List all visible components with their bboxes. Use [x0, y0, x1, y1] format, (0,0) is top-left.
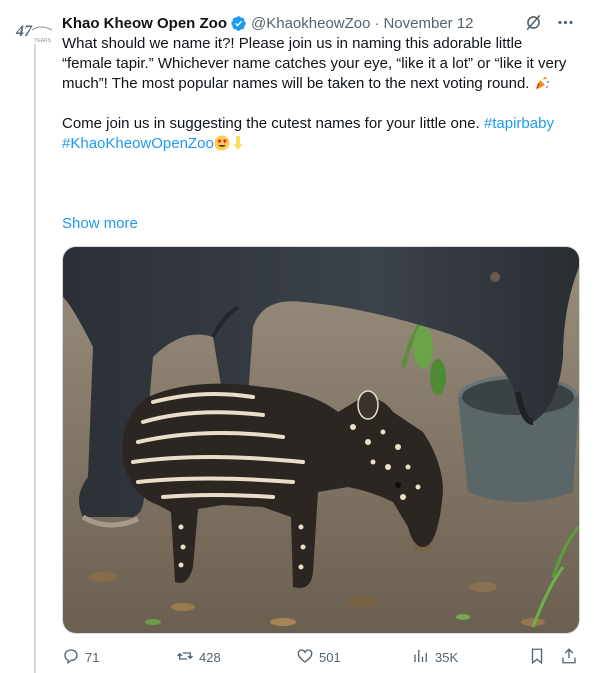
- repost-icon: [176, 647, 194, 668]
- share-icon: [560, 647, 578, 668]
- tweet-paragraph-2: Come join us in suggesting the cutest na…: [62, 114, 574, 154]
- tweet-text: What should we name it?! Please join us …: [62, 34, 574, 154]
- tweet-date[interactable]: November 12: [383, 15, 473, 32]
- party-popper-icon: [534, 75, 550, 92]
- author-name[interactable]: Khao Kheow Open Zoo: [62, 15, 227, 32]
- pointing-down-icon: [230, 135, 246, 152]
- share-button[interactable]: [560, 646, 578, 668]
- svg-text:47: 47: [15, 23, 33, 40]
- tweet-paragraph-1-text: What should we name it?! Please join us …: [62, 35, 567, 92]
- heart-eyes-icon: [214, 135, 230, 152]
- bookmark-icon: [528, 647, 546, 668]
- tweet-actions: 71 428 501 35K: [62, 646, 580, 668]
- tweet-paragraph-1: What should we name it?! Please join us …: [62, 34, 574, 94]
- tapir-photo: [63, 247, 579, 633]
- like-icon: [296, 647, 314, 668]
- bookmark-button[interactable]: [528, 646, 546, 668]
- header-actions: [522, 11, 576, 33]
- reply-button[interactable]: 71: [62, 646, 99, 668]
- repost-count: 428: [199, 649, 221, 665]
- tweet-media-image[interactable]: [62, 246, 580, 634]
- svg-text:YEARS: YEARS: [34, 38, 52, 44]
- reply-count: 71: [85, 649, 100, 665]
- reply-icon: [62, 647, 80, 668]
- views-icon: [412, 647, 430, 668]
- thread-line: [34, 44, 36, 673]
- views-count: 35K: [435, 649, 459, 665]
- avatar[interactable]: 47 YEARS: [14, 18, 54, 48]
- tweet-header: Khao Kheow Open Zoo @KhaokheowZoo · Nove…: [62, 12, 574, 34]
- zoo-logo-icon: 47 YEARS: [15, 23, 53, 44]
- grok-icon[interactable]: [522, 11, 544, 33]
- like-count: 501: [319, 649, 341, 665]
- show-more-link[interactable]: Show more: [62, 214, 138, 234]
- hashtag-link[interactable]: #KhaoKheowOpenZoo: [62, 135, 214, 152]
- like-button[interactable]: 501: [296, 646, 341, 668]
- tweet-paragraph-2-text: Come join us in suggesting the cutest na…: [62, 115, 480, 132]
- verified-icon[interactable]: [230, 15, 247, 32]
- separator-dot: ·: [374, 14, 380, 32]
- author-handle[interactable]: @KhaokheowZoo: [251, 15, 370, 32]
- hashtag-link[interactable]: #tapirbaby: [484, 115, 554, 132]
- more-icon[interactable]: [554, 11, 576, 33]
- repost-button[interactable]: 428: [176, 646, 221, 668]
- views-button[interactable]: 35K: [412, 646, 458, 668]
